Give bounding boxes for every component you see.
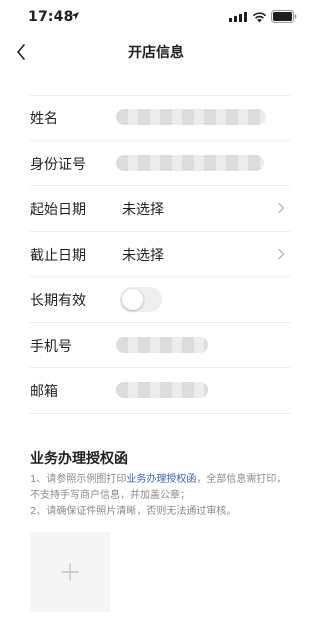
toggle-knob (122, 289, 143, 310)
phone-value-redacted (116, 336, 208, 353)
store-info-form: 姓名 身份证号 起始日期 未选择 截止日期 未选择 长期有效 手机号 邮箱 (30, 95, 290, 414)
email-value-redacted (116, 382, 208, 398)
name-label: 姓名 (30, 111, 58, 127)
start-date-value: 未选择 (122, 202, 164, 218)
name-row[interactable]: 姓名 (30, 95, 290, 141)
phone-label: 手机号 (30, 338, 72, 355)
authorization-note: 1、请参照示例图打印业务办理授权函，全部信息需打印，不支持手写商户信息，并加盖公… (30, 472, 292, 520)
chevron-right-icon (278, 248, 285, 259)
end-date-value: 未选择 (122, 247, 164, 264)
long-term-valid-label: 长期有效 (30, 293, 86, 309)
battery-icon (271, 10, 297, 23)
chevron-right-icon (278, 202, 285, 214)
id-number-label: 身份证号 (30, 156, 86, 173)
authorization-letter-link[interactable]: 业务办理授权函 (126, 474, 196, 485)
wifi-icon (252, 12, 267, 23)
id-number-value-redacted (116, 154, 264, 171)
nav-bar: 开店信息 (0, 34, 312, 68)
start-date-label: 起始日期 (30, 202, 86, 218)
authorization-title: 业务办理授权函 (30, 451, 128, 467)
end-date-label: 截止日期 (30, 247, 86, 264)
location-arrow-icon (71, 12, 79, 20)
status-bar: 17:48 (0, 0, 312, 34)
upload-authorization-button[interactable] (30, 532, 110, 612)
cellular-signal-icon (229, 12, 247, 22)
phone-row[interactable]: 手机号 (30, 323, 290, 368)
email-row[interactable]: 邮箱 (30, 368, 290, 414)
plus-icon (61, 563, 79, 581)
long-term-valid-toggle[interactable] (120, 287, 162, 312)
status-time: 17:48 (28, 9, 74, 25)
page-title: 开店信息 (128, 45, 184, 61)
id-number-row[interactable]: 身份证号 (30, 141, 290, 186)
start-date-row[interactable]: 起始日期 未选择 (30, 186, 290, 232)
email-label: 邮箱 (30, 384, 58, 400)
end-date-row[interactable]: 截止日期 未选择 (30, 232, 290, 277)
note-line2: 2、请确保证件照片清晰，否则无法通过审核。 (30, 506, 237, 517)
note-line1-prefix: 1、请参照示例图打印 (30, 474, 127, 485)
name-value-redacted (116, 109, 266, 125)
long-term-valid-row: 长期有效 (30, 277, 290, 323)
